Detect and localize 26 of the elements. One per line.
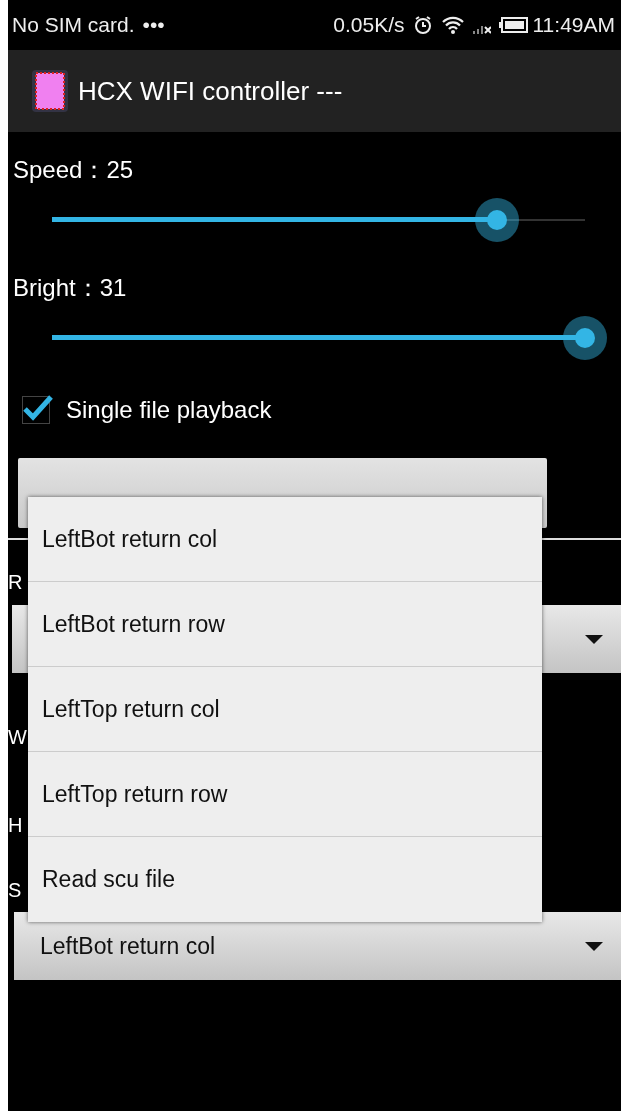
slider-label: Speed：25 — [12, 155, 135, 185]
field-label: H — [8, 813, 23, 838]
checkbox[interactable] — [22, 396, 50, 424]
overflow-dots: ••• — [142, 12, 165, 39]
field-label: W — [8, 725, 27, 750]
slider-label: Bright：31 — [12, 273, 128, 303]
network-speed: 0.05K/s — [333, 12, 405, 39]
clock-text: 11:49AM — [532, 12, 615, 39]
slider-thumb[interactable] — [563, 316, 607, 360]
field-label: R — [8, 570, 23, 595]
app-icon — [30, 68, 70, 114]
caret-icon — [585, 941, 603, 951]
caret-icon — [585, 634, 603, 644]
menu-item[interactable]: LeftTop return row — [28, 752, 542, 837]
carrier-text: No SIM card. — [12, 12, 135, 39]
wifi-icon — [440, 15, 465, 35]
menu-item[interactable]: LeftBot return col — [28, 497, 542, 582]
no-signal-icon — [472, 26, 491, 34]
checkbox-label: Single file playback — [66, 395, 272, 425]
alarm-icon — [412, 15, 433, 35]
menu-item[interactable]: LeftTop return col — [28, 667, 542, 752]
field-label: S — [8, 878, 22, 903]
menu-item[interactable]: LeftBot return row — [28, 582, 542, 667]
slider-thumb[interactable] — [475, 198, 520, 242]
battery-icon — [498, 16, 529, 34]
app-title: HCX WIFI controller --- — [78, 74, 343, 108]
